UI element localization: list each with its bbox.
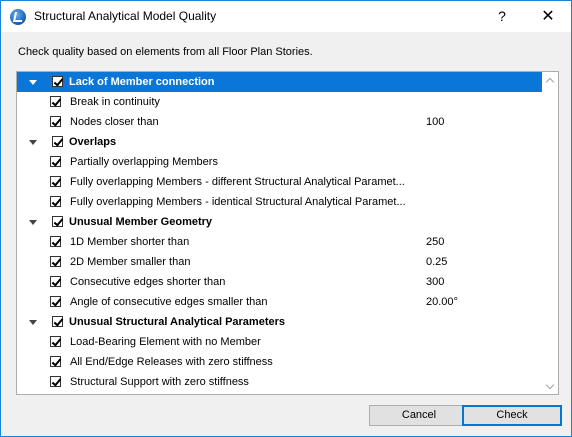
row-label: 2D Member smaller than	[70, 256, 191, 268]
checkbox[interactable]	[50, 276, 61, 287]
checkbox[interactable]	[52, 316, 63, 327]
checkbox[interactable]	[50, 196, 61, 207]
row-label: Consecutive edges shorter than	[70, 276, 226, 288]
row-label: Break in continuity	[70, 96, 160, 108]
row-label: Partially overlapping Members	[70, 156, 218, 168]
checkbox[interactable]	[50, 96, 61, 107]
window-title: Structural Analytical Model Quality	[34, 9, 217, 23]
check-button[interactable]: Check	[462, 405, 562, 426]
tree-group-row[interactable]: Lack of Member connection	[17, 72, 542, 92]
archicad-app-icon	[10, 9, 26, 25]
row-label: Unusual Structural Analytical Parameters	[69, 316, 286, 328]
checkbox[interactable]	[50, 116, 61, 127]
instruction-text: Check quality based on elements from all…	[18, 46, 313, 58]
tree-group-row[interactable]: Unusual Structural Analytical Parameters	[17, 312, 542, 332]
help-button[interactable]: ?	[479, 1, 525, 32]
row-value[interactable]: 0.25	[426, 252, 447, 272]
row-label: Load-Bearing Element with no Member	[70, 336, 261, 348]
row-label: Fully overlapping Members - different St…	[70, 176, 405, 188]
tree-item-row[interactable]: Partially overlapping Members	[17, 152, 542, 172]
tree-group-row[interactable]: Unusual Member Geometry	[17, 212, 542, 232]
checkbox[interactable]	[50, 296, 61, 307]
row-label: Structural Support with zero stiffness	[70, 376, 249, 388]
expand-collapse-arrow-icon[interactable]	[27, 312, 37, 332]
checkbox[interactable]	[52, 136, 63, 147]
row-value[interactable]: 20.00°	[426, 292, 458, 312]
row-value[interactable]: 300	[426, 272, 444, 292]
checkbox[interactable]	[50, 156, 61, 167]
row-label: Nodes closer than	[70, 116, 159, 128]
tree-item-row[interactable]: 2D Member smaller than 0.25	[17, 252, 542, 272]
checkbox[interactable]	[50, 336, 61, 347]
quality-check-tree[interactable]: Lack of Member connection Break in contin…	[16, 71, 559, 395]
row-label: Lack of Member connection	[69, 76, 215, 88]
tree-item-row[interactable]: Fully overlapping Members - different St…	[17, 172, 542, 192]
tree-item-row[interactable]: All End/Edge Releases with zero stiffnes…	[17, 352, 542, 372]
tree-item-row[interactable]: Break in continuity	[17, 92, 542, 112]
expand-collapse-arrow-icon[interactable]	[27, 212, 37, 232]
tree-group-row[interactable]: Overlaps	[17, 132, 542, 152]
tree-item-row[interactable]: Angle of consecutive edges smaller than 2…	[17, 292, 542, 312]
row-label: Unusual Member Geometry	[69, 216, 213, 228]
checkbox[interactable]	[50, 376, 61, 387]
row-value[interactable]: 100	[426, 112, 444, 132]
expand-collapse-arrow-icon[interactable]	[27, 132, 37, 152]
close-button[interactable]: ✕	[525, 1, 571, 32]
title-bar[interactable]: Structural Analytical Model Quality ? ✕	[1, 1, 571, 32]
row-label: Fully overlapping Members - identical St…	[70, 196, 406, 208]
checkbox[interactable]	[52, 216, 63, 227]
tree-item-row[interactable]: Nodes closer than 100	[17, 112, 542, 132]
expand-collapse-arrow-icon[interactable]	[27, 72, 37, 92]
checkbox[interactable]	[50, 256, 61, 267]
tree-item-row[interactable]: Load-Bearing Element with no Member	[17, 332, 542, 352]
scroll-down-arrow-icon[interactable]	[546, 382, 554, 390]
row-label: Angle of consecutive edges smaller than	[70, 296, 268, 308]
cancel-button[interactable]: Cancel	[369, 405, 469, 426]
checkbox[interactable]	[50, 236, 61, 247]
checkbox[interactable]	[52, 76, 63, 87]
tree-item-row[interactable]: Consecutive edges shorter than 300	[17, 272, 542, 292]
scroll-up-arrow-icon[interactable]	[546, 76, 554, 84]
checkbox[interactable]	[50, 356, 61, 367]
row-label: All End/Edge Releases with zero stiffnes…	[70, 356, 273, 368]
row-label: Overlaps	[69, 136, 117, 148]
tree-item-row[interactable]: 1D Member shorter than 250	[17, 232, 542, 252]
tree-item-row[interactable]: Fully overlapping Members - identical St…	[17, 192, 542, 212]
row-value[interactable]: 250	[426, 232, 444, 252]
row-label: 1D Member shorter than	[70, 236, 190, 248]
checkbox[interactable]	[50, 176, 61, 187]
dialog-window: Structural Analytical Model Quality ? ✕ …	[0, 0, 572, 437]
vertical-scrollbar[interactable]	[542, 72, 558, 394]
tree-item-row[interactable]: Structural Support with zero stiffness	[17, 372, 542, 392]
